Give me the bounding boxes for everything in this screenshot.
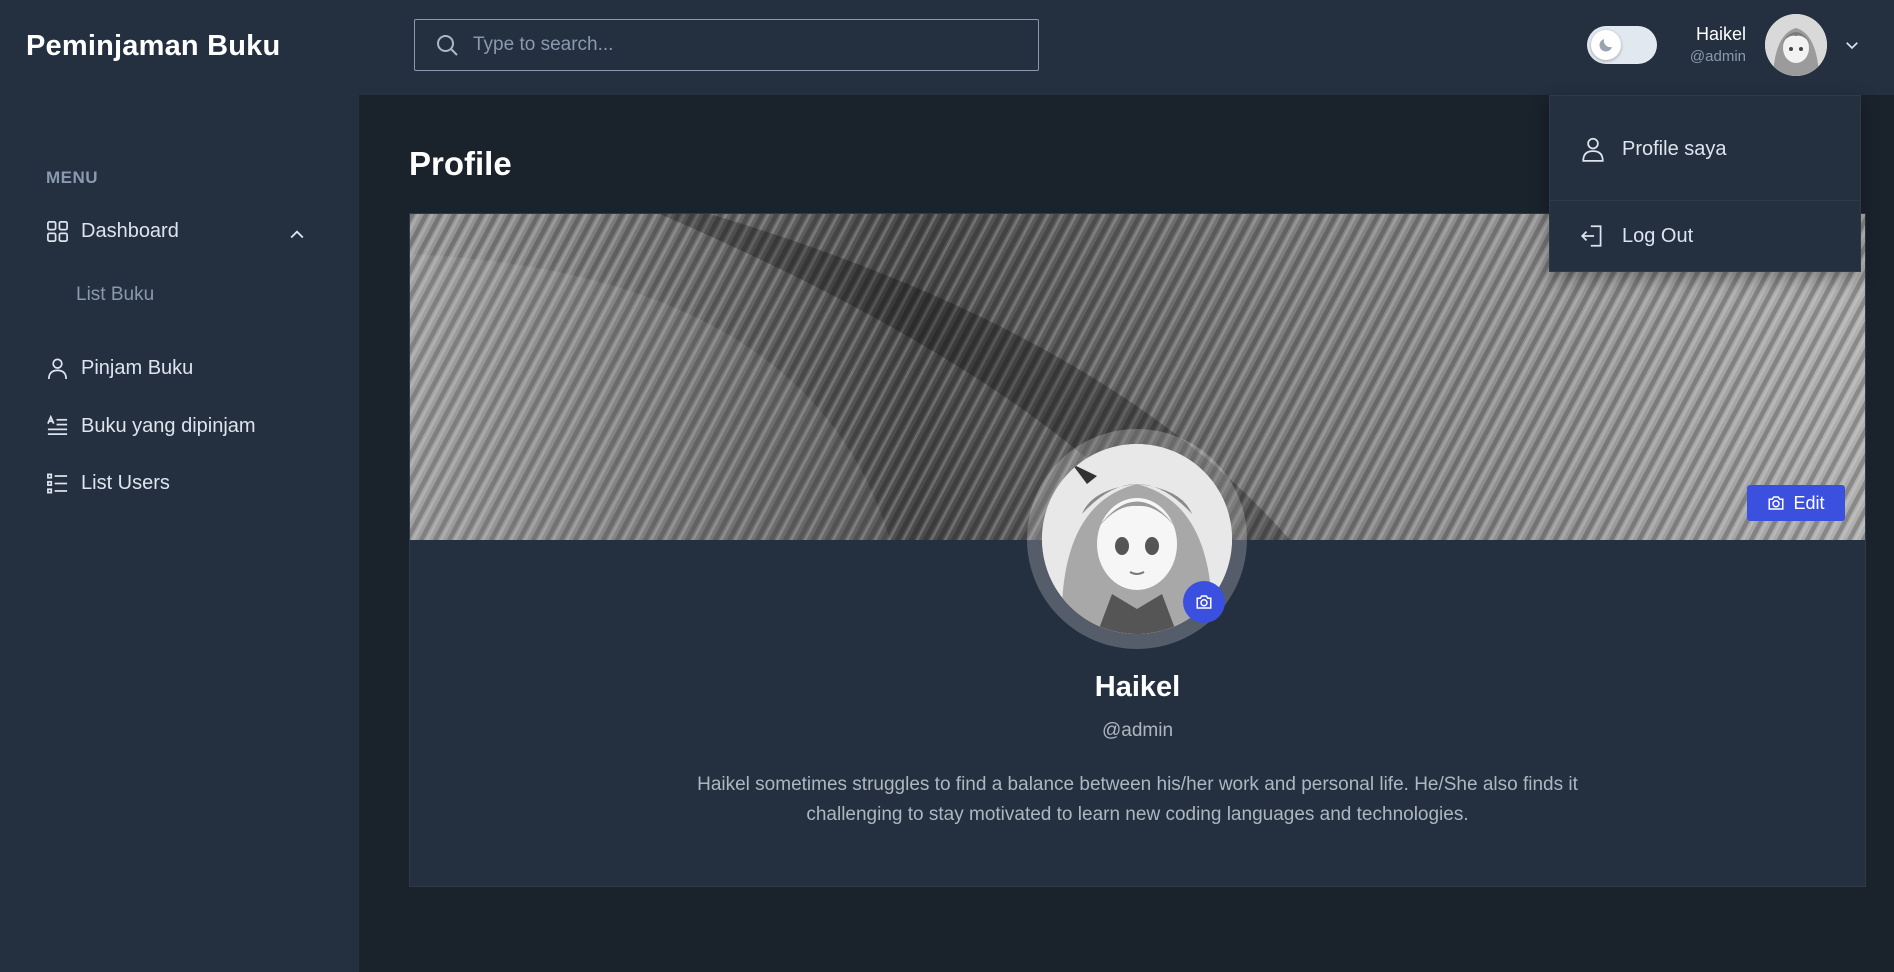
dropdown-item-label: Profile saya xyxy=(1622,137,1727,160)
bullet-list-icon xyxy=(47,473,68,494)
user-icon xyxy=(1582,137,1604,162)
dropdown-divider xyxy=(1550,200,1860,201)
toggle-knob xyxy=(1591,30,1621,60)
dark-mode-toggle[interactable] xyxy=(1587,26,1657,64)
profile-bio: Haikel sometimes struggles to find a bal… xyxy=(697,774,1578,825)
menu-section-label: MENU xyxy=(46,168,99,187)
dropdown-item-logout[interactable]: Log Out xyxy=(1580,223,1693,249)
page-title: Profile xyxy=(409,145,512,182)
logout-icon xyxy=(1580,225,1602,247)
camera-icon xyxy=(1768,496,1784,510)
sidebar-subitem-list-buku[interactable]: List Buku xyxy=(76,284,154,306)
sidebar-item-dashboard[interactable]: Dashboard xyxy=(46,220,179,243)
search-box[interactable] xyxy=(414,19,1039,71)
camera-icon xyxy=(1196,595,1212,609)
search-icon xyxy=(437,35,458,56)
sidebar-item-label: List Users xyxy=(81,472,170,494)
moon-icon xyxy=(1599,39,1612,52)
sidebar-item-label: Buku yang dipinjam xyxy=(81,415,256,437)
header-user-name: Haikel xyxy=(1695,24,1746,44)
header-user-handle: @admin xyxy=(1689,48,1746,65)
profile-handle: @admin xyxy=(1101,720,1174,741)
profile-avatar-ring xyxy=(1027,429,1247,649)
sidebar: MENU Dashboard List Buku Pinjam Buku Buk… xyxy=(0,95,359,972)
user-info[interactable]: Haikel @admin xyxy=(1680,24,1746,65)
sidebar-item-label: Pinjam Buku xyxy=(81,357,194,379)
edit-cover-button[interactable]: Edit xyxy=(1747,485,1845,521)
sidebar-item-label: Dashboard xyxy=(81,220,179,242)
edit-label: Edit xyxy=(1793,492,1825,513)
header-avatar[interactable] xyxy=(1765,14,1827,76)
chevron-down-icon[interactable] xyxy=(1843,36,1861,54)
sidebar-item-pinjam-buku[interactable]: Pinjam Buku xyxy=(46,357,193,380)
search-input[interactable] xyxy=(473,34,1013,56)
user-icon xyxy=(48,358,67,380)
profile-name: Haikel xyxy=(1094,671,1181,703)
app-title[interactable]: Peminjaman Buku xyxy=(26,30,280,63)
text-list-icon xyxy=(47,415,68,436)
chevron-up-icon[interactable] xyxy=(287,225,307,245)
dashboard-grid-icon xyxy=(47,221,68,242)
user-dropdown-menu: Profile saya Log Out xyxy=(1549,95,1861,272)
profile-card: Edit Haikel @admin Haikel sometimes stru… xyxy=(409,213,1866,887)
sidebar-item-buku-dipinjam[interactable]: Buku yang dipinjam xyxy=(46,415,256,438)
dropdown-item-label: Log Out xyxy=(1622,224,1694,247)
sidebar-item-list-users[interactable]: List Users xyxy=(46,472,170,495)
top-header: Peminjaman Buku Haikel @admin xyxy=(0,0,1894,95)
dropdown-item-profile[interactable]: Profile saya xyxy=(1580,136,1727,162)
change-avatar-button[interactable] xyxy=(1183,581,1225,623)
